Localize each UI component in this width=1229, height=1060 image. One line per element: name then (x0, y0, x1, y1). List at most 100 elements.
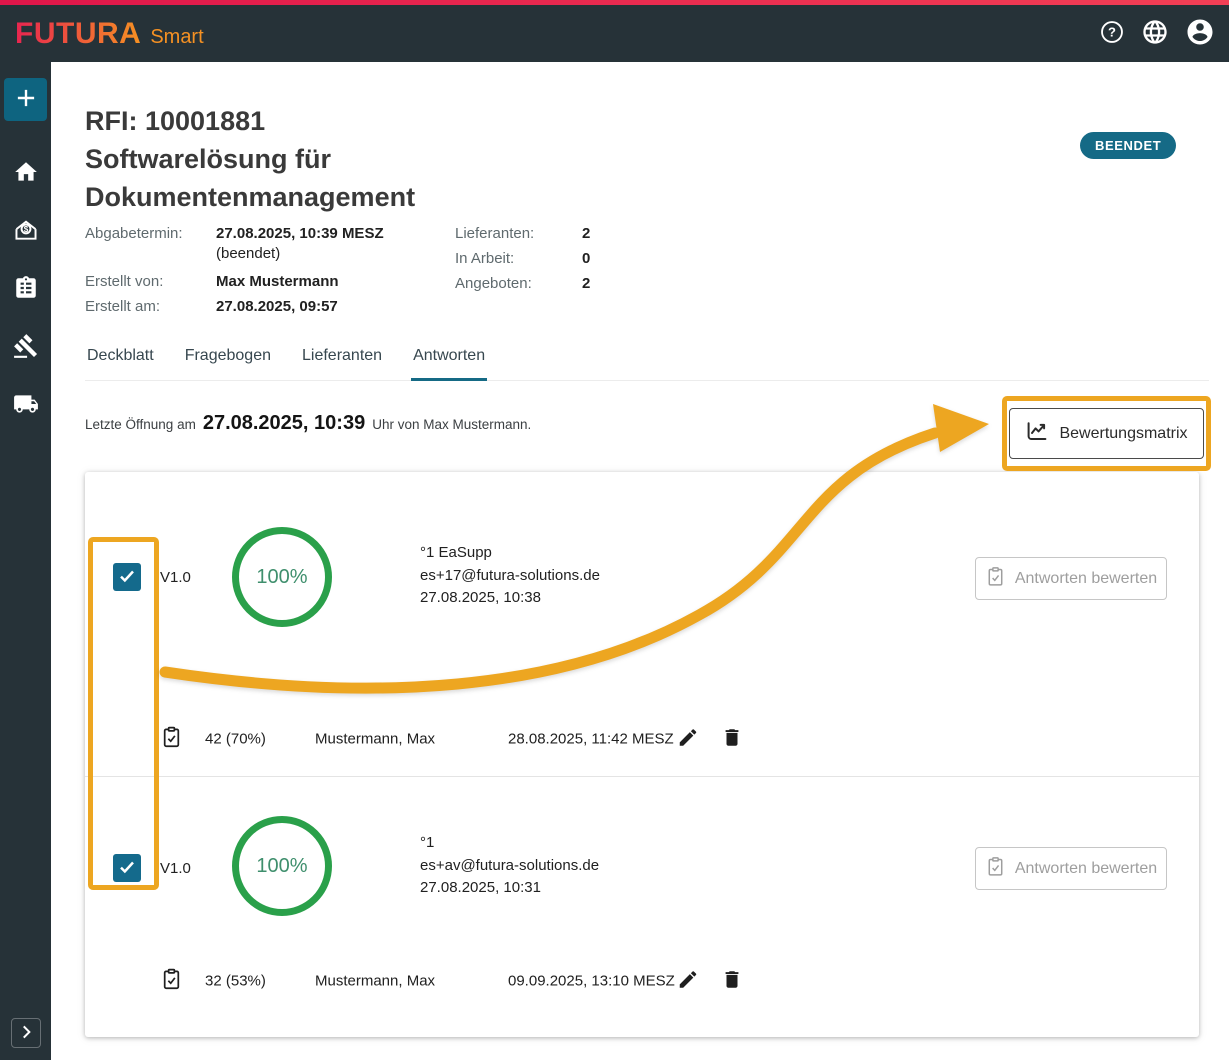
supplier-submitted-date: 27.08.2025, 10:31 (420, 877, 599, 900)
progress-ring: 100% (232, 527, 332, 627)
clipboard-check-icon (985, 566, 1006, 592)
globe-icon (1141, 18, 1169, 49)
last-opened-suffix: Uhr von Max Mustermann. (372, 417, 531, 432)
rating-row: 42 (70%) Mustermann, Max 28.08.2025, 11:… (85, 725, 1199, 753)
tab-bar: Deckblatt Fragebogen Lieferanten Antwort… (85, 345, 1209, 381)
sidebar-item-offers[interactable]: $ (13, 217, 39, 246)
version-label: V1.0 (160, 569, 191, 586)
rating-score: 32 (53%) (205, 973, 266, 990)
delete-rating-button[interactable] (719, 967, 745, 996)
sidebar-expand-button[interactable] (11, 1018, 41, 1048)
truck-icon (13, 391, 39, 420)
page-title-line: RFI: 10001881 (85, 102, 645, 140)
progress-value: 100% (256, 855, 307, 878)
meta-value: 2 (582, 275, 590, 292)
appbar-icons: ? (1097, 15, 1217, 52)
meta-value: 0 (582, 250, 590, 267)
inbox-dollar-icon: $ (13, 217, 39, 246)
sidebar-nav: $ (13, 159, 39, 420)
meta-label: Lieferanten: (455, 225, 582, 242)
delete-rating-button[interactable] (719, 725, 745, 754)
rating-date: 09.09.2025, 13:10 MESZ (508, 973, 675, 990)
meta-row: Angeboten: 2 (455, 275, 590, 292)
help-icon: ? (1099, 19, 1125, 48)
meta-value-main: 27.08.2025, 10:39 MESZ (216, 225, 384, 242)
annotation-highlight-matrix: Bewertungsmatrix (1002, 396, 1211, 471)
sidebar-item-auctions[interactable] (13, 333, 39, 362)
meta-value: 27.08.2025, 10:39 MESZ (beendet) (216, 225, 384, 265)
rating-score: 42 (70%) (205, 731, 266, 748)
clipboard-check-icon (160, 726, 183, 753)
chart-icon (1025, 419, 1049, 448)
svg-text:$: $ (23, 225, 28, 234)
last-opened-datetime: 27.08.2025, 10:39 (203, 412, 365, 435)
supplier-name: °1 EaSupp (420, 542, 600, 565)
tab-fragebogen[interactable]: Fragebogen (183, 345, 273, 380)
tab-antworten[interactable]: Antworten (411, 345, 487, 380)
page-title-line: Softwarelösung für (85, 140, 645, 178)
supplier-submitted-date: 27.08.2025, 10:38 (420, 587, 600, 610)
rating-date: 28.08.2025, 11:42 MESZ (508, 731, 674, 748)
antworten-bewerten-button[interactable]: Antworten bewerten (975, 847, 1167, 890)
antworten-bewerten-label: Antworten bewerten (1015, 860, 1157, 878)
meta-row: Erstellt am: 27.08.2025, 09:57 (85, 298, 384, 315)
sidebar-item-logistics[interactable] (13, 391, 39, 420)
rating-row: 32 (53%) Mustermann, Max 09.09.2025, 13:… (85, 967, 1199, 995)
version-label: V1.0 (160, 860, 191, 877)
meta-value: 27.08.2025, 09:57 (216, 298, 338, 315)
meta-value-note: (beendet) (216, 242, 384, 265)
svg-text:?: ? (1108, 25, 1116, 40)
brand-logo: FUTURA Smart (15, 17, 204, 51)
trash-icon (721, 727, 743, 752)
tab-deckblatt[interactable]: Deckblatt (85, 345, 156, 380)
meta-label: Erstellt von: (85, 273, 216, 290)
clipboard-check-icon (985, 856, 1006, 882)
antworten-bewerten-button[interactable]: Antworten bewerten (975, 557, 1167, 600)
rating-author: Mustermann, Max (315, 973, 435, 990)
plus-icon (13, 85, 39, 114)
supplier-email: es+17@futura-solutions.de (420, 565, 600, 588)
supplier-name: °1 (420, 832, 599, 855)
help-button[interactable]: ? (1097, 17, 1127, 50)
row-divider (85, 776, 1199, 777)
tab-lieferanten[interactable]: Lieferanten (300, 345, 384, 380)
supplier-email: es+av@futura-solutions.de (420, 855, 599, 878)
last-opened-prefix: Letzte Öffnung am (85, 417, 196, 432)
account-button[interactable] (1183, 15, 1217, 52)
brand-suffix: Smart (150, 26, 203, 49)
meta-label: Angeboten: (455, 275, 582, 292)
meta-row: In Arbeit: 0 (455, 250, 590, 267)
rating-author: Mustermann, Max (315, 731, 435, 748)
meta-row: Erstellt von: Max Mustermann (85, 273, 384, 290)
bewertungsmatrix-label: Bewertungsmatrix (1059, 425, 1187, 443)
create-new-button[interactable] (4, 78, 47, 121)
language-button[interactable] (1139, 16, 1171, 51)
annotation-highlight-checkboxes (88, 537, 159, 890)
meta-label: Abgabetermin: (85, 225, 216, 265)
sidebar-item-home[interactable] (13, 159, 39, 188)
meta-block-right: Lieferanten: 2 In Arbeit: 0 Angeboten: 2 (455, 225, 590, 300)
meta-value: Max Mustermann (216, 273, 339, 290)
sidebar-item-questionnaires[interactable] (13, 275, 39, 304)
supplier-info: °1 es+av@futura-solutions.de 27.08.2025,… (420, 832, 599, 900)
meta-label: In Arbeit: (455, 250, 582, 267)
supplier-info: °1 EaSupp es+17@futura-solutions.de 27.0… (420, 542, 600, 610)
meta-value: 2 (582, 225, 590, 242)
pencil-icon (677, 727, 699, 752)
brand-name: FUTURA (15, 17, 141, 51)
answers-card: V1.0 100% °1 EaSupp es+17@futura-solutio… (85, 472, 1199, 1037)
last-opened-line: Letzte Öffnung am 27.08.2025, 10:39 Uhr … (85, 412, 531, 435)
chevron-right-icon (17, 1023, 35, 1044)
account-icon (1185, 17, 1215, 50)
sidebar: $ (0, 62, 51, 1060)
meta-label: Erstellt am: (85, 298, 216, 315)
edit-rating-button[interactable] (675, 725, 701, 754)
edit-rating-button[interactable] (675, 967, 701, 996)
clipboard-list-icon (13, 275, 39, 304)
gavel-icon (13, 333, 39, 362)
clipboard-check-icon (160, 968, 183, 995)
bewertungsmatrix-button[interactable]: Bewertungsmatrix (1009, 408, 1203, 459)
appbar: FUTURA Smart ? (0, 5, 1229, 62)
app-root: FUTURA Smart ? (0, 0, 1229, 1060)
progress-value: 100% (256, 566, 307, 589)
